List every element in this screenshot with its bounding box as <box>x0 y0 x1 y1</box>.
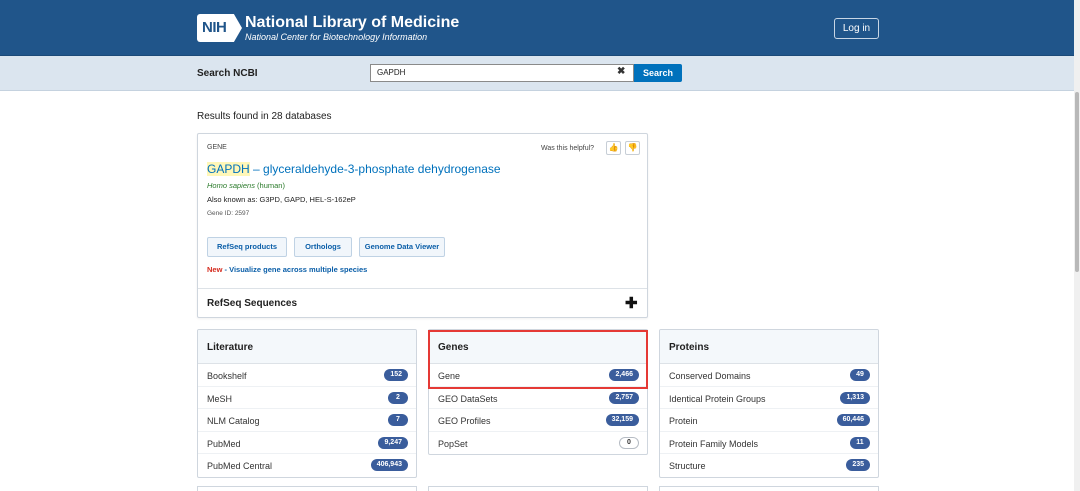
brand-title[interactable]: National Library of Medicine <box>245 14 459 32</box>
db-row-label[interactable]: Identical Protein Groups <box>669 394 766 404</box>
db-row-label[interactable]: PopSet <box>438 439 468 449</box>
organism: Homo sapiens (human) <box>207 181 285 190</box>
new-feature-text[interactable]: - Visualize gene across multiple species <box>222 265 368 274</box>
gene-id: Gene ID: 2597 <box>207 210 250 217</box>
db-row-conserved-domains[interactable]: Conserved Domains 49 <box>660 364 878 387</box>
count-badge[interactable]: 32,159 <box>605 414 639 427</box>
genes-card: Genes Gene 2,466 GEO DataSets 2,757 GEO Pr… <box>428 329 648 455</box>
db-row-nlm-catalog[interactable]: NLM Catalog 7 <box>198 409 416 432</box>
thumbs-up-icon[interactable]: 👍 <box>606 141 621 155</box>
db-row-structure[interactable]: Structure 235 <box>660 454 878 477</box>
count-badge[interactable]: 1,313 <box>840 391 870 404</box>
db-row-gene[interactable]: Gene 2,466 <box>429 364 647 387</box>
db-row-geo-profiles[interactable]: GEO Profiles 32,159 <box>429 409 647 432</box>
nih-logo[interactable]: NIH <box>197 14 242 42</box>
db-row-label[interactable]: NLM Catalog <box>207 416 260 426</box>
new-badge: New <box>207 265 223 274</box>
db-row-label[interactable]: Structure <box>669 461 706 471</box>
db-row-label[interactable]: Protein Family Models <box>669 439 758 449</box>
db-card-title: Literature <box>198 330 416 364</box>
db-row-label[interactable]: Protein <box>669 416 698 426</box>
search-input[interactable]: GAPDH <box>370 64 634 82</box>
count-badge[interactable]: 2,757 <box>609 391 639 404</box>
count-badge[interactable]: 7 <box>388 414 408 427</box>
count-badge[interactable]: 235 <box>846 459 870 472</box>
partial-card <box>659 486 879 491</box>
count-badge[interactable]: 11 <box>850 436 870 449</box>
expand-plus-icon[interactable]: ✚ <box>625 294 638 312</box>
scrollbar-thumb[interactable] <box>1075 92 1079 272</box>
db-row-label[interactable]: PubMed Central <box>207 461 272 471</box>
count-badge[interactable]: 2,466 <box>609 369 639 381</box>
db-row-geo-datasets[interactable]: GEO DataSets 2,757 <box>429 387 647 410</box>
count-badge[interactable]: 406,943 <box>370 459 408 472</box>
page-scrollbar[interactable] <box>1074 0 1080 491</box>
clear-icon[interactable]: ✖ <box>617 66 625 77</box>
gene-symbol[interactable]: GAPDH <box>207 162 250 176</box>
db-row-pubmed-central[interactable]: PubMed Central 406,943 <box>198 454 416 477</box>
common-name: (human) <box>254 181 285 190</box>
species-name: Homo sapiens <box>207 181 255 190</box>
search-button[interactable]: Search <box>634 64 682 82</box>
results-count: Results found in 28 databases <box>197 111 332 122</box>
gene-title-separator: – <box>249 162 264 176</box>
partial-card <box>197 486 417 491</box>
db-row-identical-protein-groups[interactable]: Identical Protein Groups 1,313 <box>660 387 878 410</box>
gene-name[interactable]: glyceraldehyde-3-phosphate dehydrogenase <box>263 162 501 176</box>
login-button[interactable]: Log in <box>834 18 879 39</box>
proteins-card: Proteins Conserved Domains 49 Identical P… <box>659 329 879 478</box>
db-row-bookshelf[interactable]: Bookshelf 152 <box>198 364 416 387</box>
search-label: Search NCBI <box>197 68 258 79</box>
count-badge[interactable]: 9,247 <box>378 436 408 449</box>
count-badge[interactable]: 2 <box>388 391 408 404</box>
db-row-protein[interactable]: Protein 60,446 <box>660 409 878 432</box>
count-badge[interactable]: 0 <box>619 436 639 449</box>
search-bar: Search NCBI GAPDH ✖ Search <box>0 56 1080 91</box>
helpful-prompt: Was this helpful? <box>541 145 595 152</box>
orthologs-button[interactable]: Orthologs <box>294 237 352 257</box>
refseq-products-button[interactable]: RefSeq products <box>207 237 287 257</box>
db-row-label[interactable]: GEO Profiles <box>438 416 491 426</box>
db-row-label[interactable]: Gene <box>438 371 460 381</box>
count-badge[interactable]: 60,446 <box>836 414 870 427</box>
gene-title-link[interactable]: GAPDH – glyceraldehyde-3-phosphate dehyd… <box>207 162 501 176</box>
db-row-label[interactable]: PubMed <box>207 439 241 449</box>
new-feature-link[interactable]: New - Visualize gene across multiple spe… <box>207 265 367 274</box>
partial-card <box>428 486 648 491</box>
literature-card: Literature Bookshelf 152 MeSH 2 NLM Catalo… <box>197 329 417 478</box>
db-row-mesh[interactable]: MeSH 2 <box>198 387 416 410</box>
card-divider <box>198 288 647 289</box>
db-card-title: Genes <box>429 330 647 364</box>
refseq-sequences-label[interactable]: RefSeq Sequences <box>207 298 297 309</box>
db-row-label[interactable]: GEO DataSets <box>438 394 498 404</box>
db-row-pubmed[interactable]: PubMed 9,247 <box>198 432 416 455</box>
top-header: NIH National Library of Medicine Nationa… <box>0 0 1080 56</box>
db-row-label[interactable]: Conserved Domains <box>669 371 751 381</box>
db-row-protein-family-models[interactable]: Protein Family Models 11 <box>660 432 878 455</box>
gene-aliases: Also known as: G3PD, GAPD, HEL-S-162eP <box>207 195 356 204</box>
gene-category-label: GENE <box>207 144 227 151</box>
db-card-title: Proteins <box>660 330 878 364</box>
db-row-label[interactable]: Bookshelf <box>207 371 247 381</box>
brand-subtitle: National Center for Biotechnology Inform… <box>245 32 428 42</box>
db-row-popset[interactable]: PopSet 0 <box>429 432 647 454</box>
genome-data-viewer-button[interactable]: Genome Data Viewer <box>359 237 445 257</box>
db-row-label[interactable]: MeSH <box>207 394 232 404</box>
count-badge[interactable]: 49 <box>850 369 870 381</box>
gene-summary-card: GENE Was this helpful? 👍 👎 GAPDH – glyce… <box>197 133 648 318</box>
thumbs-down-icon[interactable]: 👎 <box>625 141 640 155</box>
count-badge[interactable]: 152 <box>384 369 408 381</box>
